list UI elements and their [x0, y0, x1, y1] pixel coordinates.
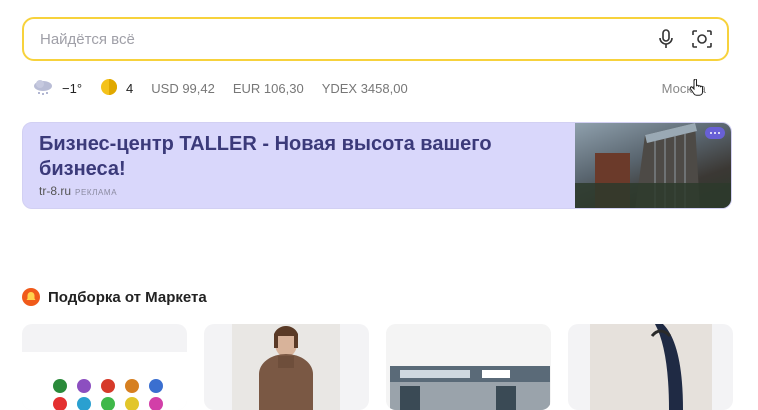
eur-rate[interactable]: EUR 106,30: [233, 81, 304, 96]
rubber-ducks-image: [22, 352, 187, 410]
ad-banner[interactable]: Бизнес-центр TALLER - Новая высота вашег…: [22, 122, 732, 209]
usd-rate[interactable]: USD 99,42: [151, 81, 215, 96]
search-bar[interactable]: [22, 17, 729, 61]
ad-title[interactable]: Бизнес-центр TALLER - Новая высота вашег…: [39, 132, 559, 182]
product-carousel: [22, 324, 742, 410]
ad-menu-button[interactable]: [705, 127, 725, 139]
ad-label: РЕКЛАМА: [75, 188, 118, 197]
hand-cursor-icon: [689, 78, 704, 102]
temperature: −1°: [62, 80, 83, 96]
cloud-snow-icon: [32, 78, 54, 99]
product-card[interactable]: [22, 324, 187, 410]
ydex-rate[interactable]: YDEX 3458,00: [322, 81, 408, 96]
ad-source: tr-8.ru РЕКЛАМА: [39, 184, 117, 198]
camera-search-icon[interactable]: [691, 28, 713, 50]
search-input[interactable]: [38, 29, 655, 49]
product-card[interactable]: [568, 324, 733, 410]
traffic-widget[interactable]: 4: [100, 78, 133, 99]
market-bell-icon: [22, 288, 40, 306]
product-card[interactable]: [204, 324, 369, 410]
info-bar: −1° 4 USD 99,42 EUR 106,30 YDEX 3458,00 …: [32, 77, 724, 99]
section-title[interactable]: Подборка от Маркета: [48, 289, 207, 306]
section-header: Подборка от Маркета: [22, 288, 207, 306]
product-card[interactable]: [386, 324, 551, 410]
ad-domain[interactable]: tr-8.ru: [39, 184, 71, 198]
toy-cafe-image: [386, 324, 551, 410]
microphone-icon[interactable]: [655, 28, 677, 50]
traffic-light-icon: [100, 78, 118, 99]
woman-sweater-image: [232, 324, 340, 410]
weather-widget[interactable]: −1°: [32, 78, 82, 99]
traffic-level: 4: [126, 80, 134, 96]
leather-bag-image: [590, 324, 712, 410]
